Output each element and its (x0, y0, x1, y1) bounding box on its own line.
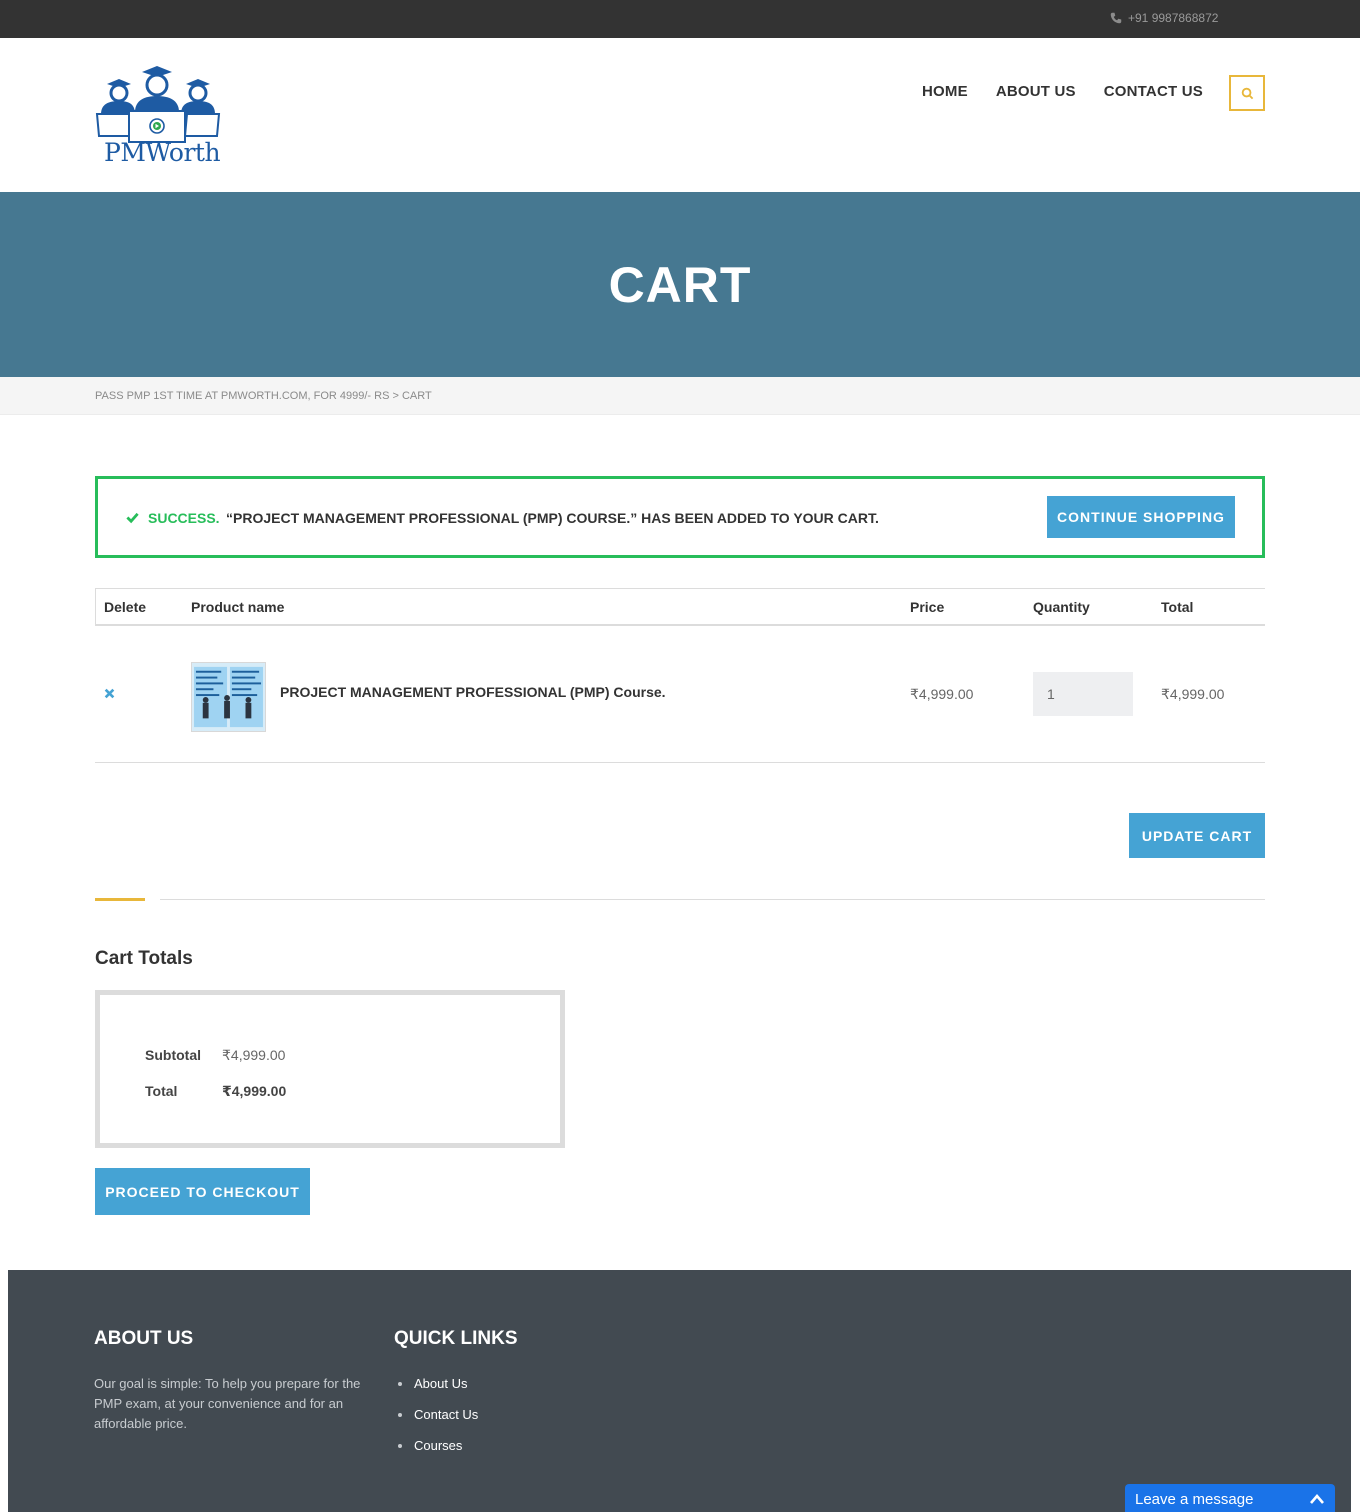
footer-link-about-us[interactable]: About Us (397, 1376, 478, 1407)
cart-totals-title: Cart Totals (95, 948, 193, 969)
col-product-name: Product name (191, 599, 285, 615)
chat-widget[interactable]: Leave a message (1125, 1484, 1335, 1512)
nav-about-us[interactable]: ABOUT US (996, 83, 1076, 100)
chat-label: Leave a message (1135, 1491, 1254, 1508)
section-divider (160, 899, 1265, 900)
footer-about-text: Our goal is simple: To help you prepare … (94, 1376, 361, 1431)
section-divider-accent (95, 898, 145, 901)
subtotal-value: ₹4,999.00 (222, 1047, 286, 1063)
footer-link-contact-us[interactable]: Contact Us (397, 1407, 478, 1438)
site-header: PMWorth HOME ABOUT US CONTACT US (0, 38, 1360, 192)
cart-table-header: Delete Product name Price Quantity Total (95, 588, 1265, 626)
footer-links-title: QUICK LINKS (394, 1328, 518, 1349)
continue-shopping-button[interactable]: CONTINUE SHOPPING (1047, 496, 1235, 538)
total-label: Total (145, 1083, 178, 1099)
footer-quick-links: About Us Contact Us Courses (397, 1376, 478, 1469)
search-icon (1241, 87, 1253, 99)
col-delete: Delete (104, 599, 147, 615)
product-thumbnail[interactable] (191, 662, 266, 732)
page-hero: CART (0, 192, 1360, 377)
success-notice: SUCCESS. “PROJECT MANAGEMENT PROFESSIONA… (95, 476, 1265, 558)
subtotal-label: Subtotal (145, 1047, 201, 1063)
main-nav: HOME ABOUT US CONTACT US (922, 83, 1203, 100)
total-value: ₹4,999.00 (222, 1083, 287, 1099)
breadcrumb[interactable]: PASS PMP 1ST TIME AT PMWORTH.COM, FOR 49… (95, 390, 432, 402)
footer-link-courses[interactable]: Courses (397, 1438, 478, 1469)
footer-about-title: ABOUT US (94, 1328, 194, 1349)
col-quantity: Quantity (1033, 599, 1090, 615)
col-price: Price (910, 599, 945, 615)
product-total: ₹4,999.00 (1161, 686, 1225, 702)
quantity-input[interactable] (1033, 672, 1133, 716)
nav-home[interactable]: HOME (922, 83, 968, 100)
checkmark-icon (126, 512, 139, 524)
cart-totals-box: Subtotal ₹4,999.00 Total ₹4,999.00 (95, 990, 565, 1148)
remove-item-icon[interactable] (104, 688, 115, 699)
search-button[interactable] (1229, 75, 1265, 111)
phone-icon (1110, 12, 1122, 24)
logo-text: PMWorth (104, 138, 221, 167)
product-name-link[interactable]: PROJECT MANAGEMENT PROFESSIONAL (PMP) Co… (280, 684, 666, 700)
phone-number: +91 9987868872 (1128, 11, 1219, 25)
top-bar: +91 9987868872 (0, 0, 1360, 38)
success-label: SUCCESS. (148, 510, 220, 526)
col-total: Total (1161, 599, 1194, 615)
success-message: “PROJECT MANAGEMENT PROFESSIONAL (PMP) C… (226, 510, 879, 526)
table-row: PROJECT MANAGEMENT PROFESSIONAL (PMP) Co… (95, 626, 1265, 763)
breadcrumb-bar: PASS PMP 1ST TIME AT PMWORTH.COM, FOR 49… (0, 377, 1360, 415)
proceed-to-checkout-button[interactable]: PROCEED TO CHECKOUT (95, 1168, 310, 1215)
site-footer: ABOUT US Our goal is simple: To help you… (8, 1270, 1351, 1512)
phone-contact[interactable]: +91 9987868872 (1110, 11, 1218, 25)
update-cart-button[interactable]: UPDATE CART (1129, 813, 1265, 858)
page-title: CART (608, 256, 752, 313)
product-price: ₹4,999.00 (910, 686, 974, 702)
chevron-up-icon (1310, 1494, 1324, 1504)
nav-contact-us[interactable]: CONTACT US (1104, 83, 1203, 100)
